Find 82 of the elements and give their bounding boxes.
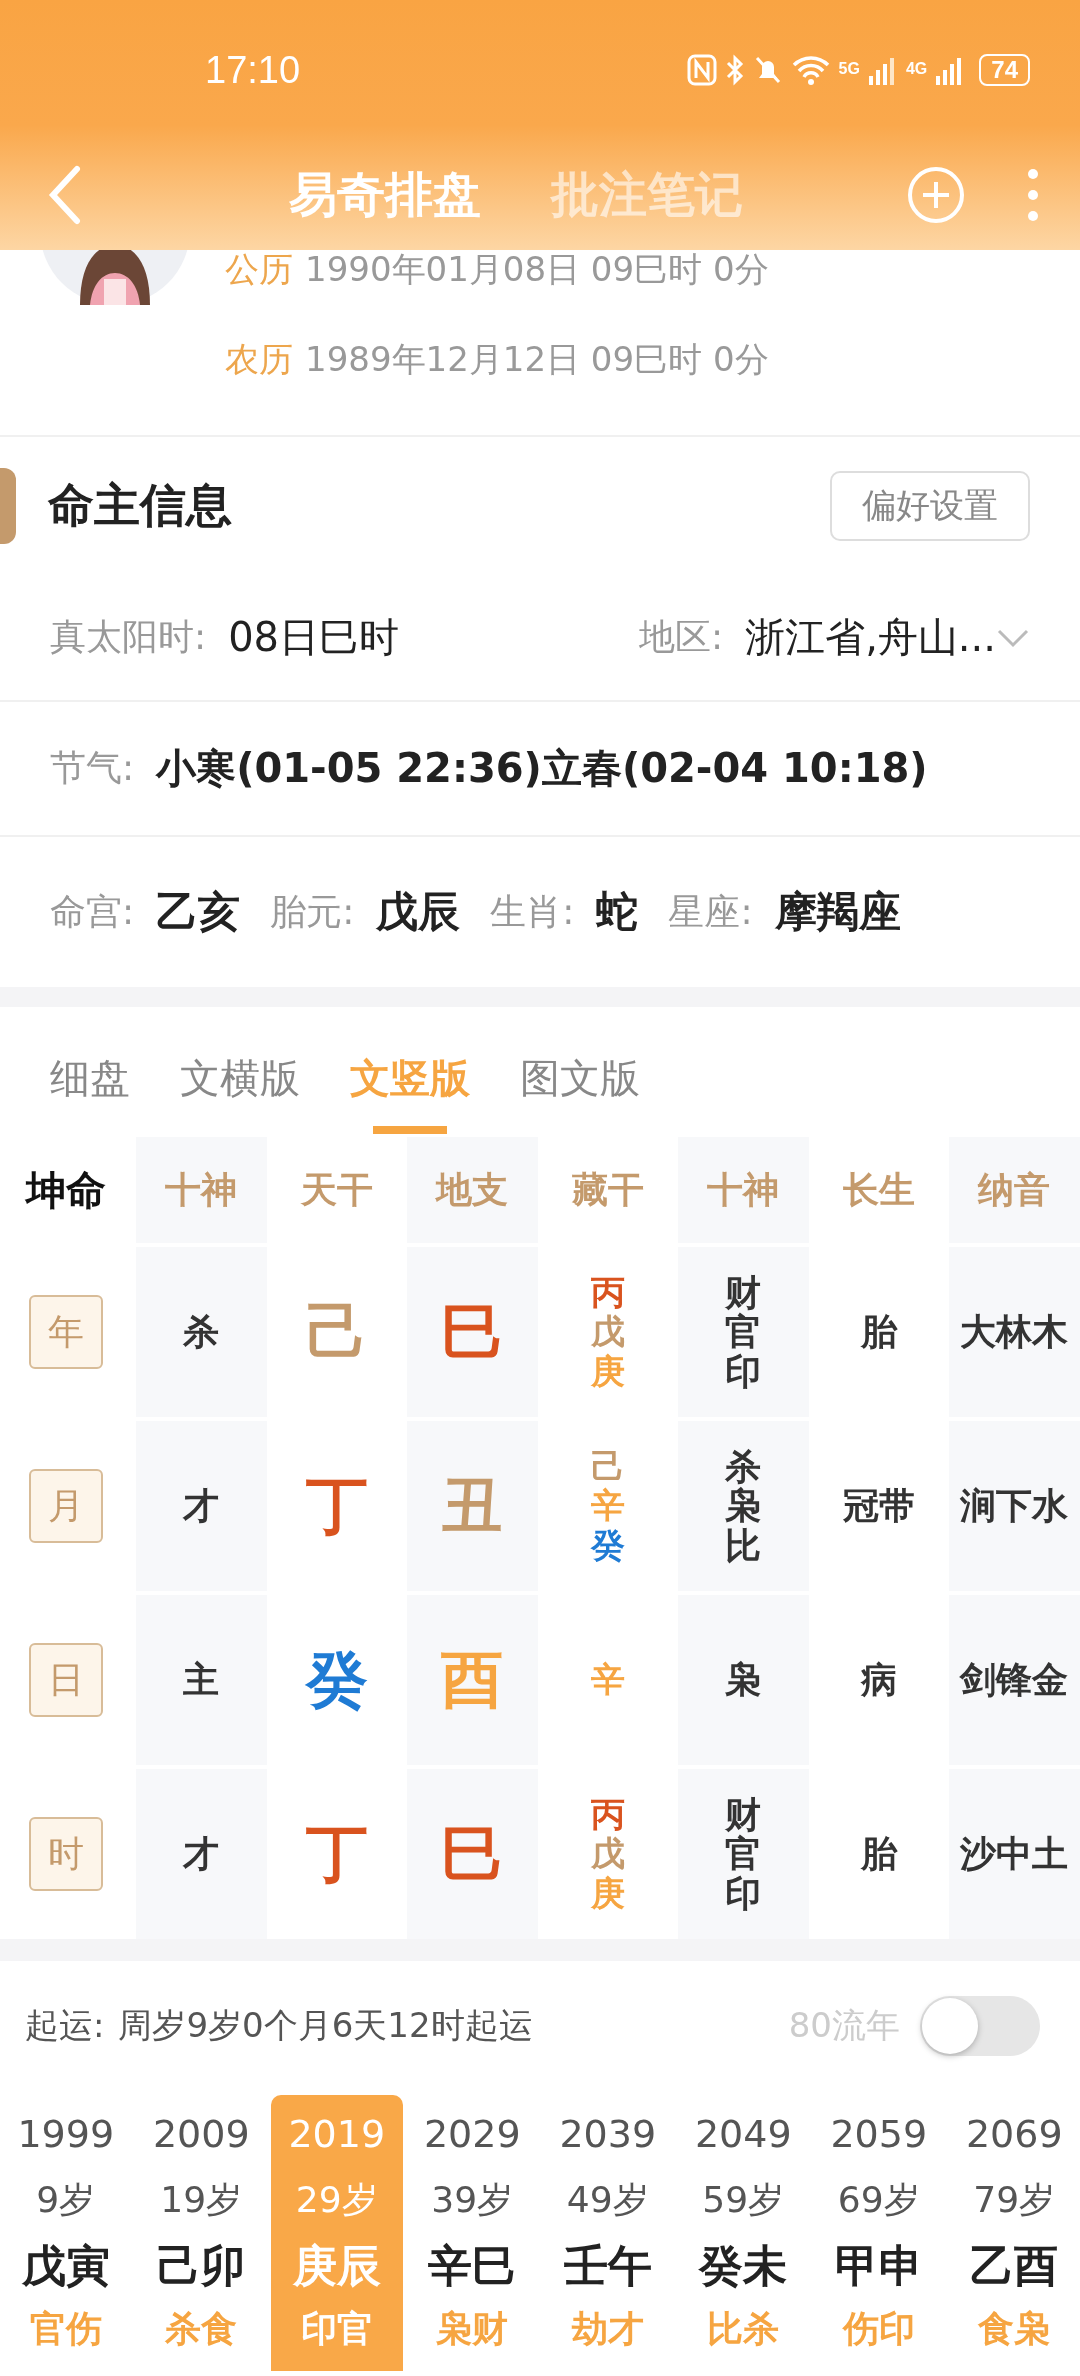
- add-icon[interactable]: [906, 165, 966, 225]
- heavenly-stem: 癸: [305, 1642, 368, 1718]
- ten-god: 才: [183, 1831, 220, 1876]
- preferences-button[interactable]: 偏好设置: [830, 471, 1030, 541]
- section-title: 命主信息: [48, 477, 232, 534]
- earthly-branch: 酉: [441, 1642, 504, 1718]
- pillar-tag: 年: [28, 1295, 103, 1369]
- date-value: 1989年12月12日 09巳时 0分: [305, 337, 769, 381]
- hidden-ten-gods: 枭: [725, 1660, 762, 1700]
- field-label: 生肖:: [490, 889, 575, 934]
- column-header: 地支: [436, 1167, 509, 1212]
- hidden-stem: 辛: [590, 1486, 625, 1526]
- earthly-branch: 巳: [441, 1816, 504, 1892]
- field-value: 摩羯座: [774, 886, 901, 938]
- ten-god: 主: [183, 1657, 220, 1702]
- hidden-ten-gods: 财官印: [725, 1794, 762, 1914]
- view-tab[interactable]: 细盘: [50, 1030, 130, 1134]
- hidden-stem: 戊: [590, 1834, 625, 1874]
- hidden-stem: 庚: [590, 1873, 625, 1913]
- growth-stage: 胎: [860, 1831, 897, 1876]
- heavenly-stem: 丁: [305, 1816, 368, 1892]
- field-label: 星座:: [668, 889, 753, 934]
- column-header: 十神: [165, 1167, 238, 1212]
- chevron-down-icon[interactable]: [996, 627, 1030, 648]
- nayin: 大林木: [960, 1309, 1069, 1354]
- column-header: 天干: [300, 1167, 373, 1212]
- hidden-ten-gods: 杀枭比: [725, 1446, 762, 1566]
- field-value: 蛇: [596, 886, 639, 938]
- hidden-stem: 辛: [590, 1660, 625, 1700]
- field-label: 真太阳时:: [50, 615, 207, 659]
- field-label: 地区:: [639, 615, 724, 659]
- date-label: 公历: [225, 248, 293, 291]
- network-label: 4G: [905, 60, 928, 78]
- status-time: 17:10: [205, 48, 301, 92]
- column-header: 长生: [842, 1167, 915, 1212]
- hidden-stem: 丙: [590, 1273, 625, 1313]
- heavenly-stem: 丁: [305, 1468, 368, 1544]
- region-value[interactable]: 浙江省,舟山...: [745, 610, 996, 665]
- view-tab[interactable]: 文横版: [180, 1030, 300, 1134]
- earthly-branch: 巳: [441, 1294, 504, 1370]
- hidden-stem: 庚: [590, 1351, 625, 1391]
- ten-god: 才: [183, 1483, 220, 1528]
- bluetooth-icon: [724, 54, 745, 86]
- field-label: 节气:: [50, 746, 135, 790]
- chart-corner: 坤命: [25, 1165, 106, 1215]
- date-value: 1990年01月08日 09巳时 0分: [305, 248, 769, 291]
- hidden-ten-gods: 财官印: [725, 1272, 762, 1392]
- growth-stage: 冠带: [842, 1483, 915, 1528]
- earthly-branch: 丑: [441, 1468, 504, 1544]
- field-value: 08日巳时: [228, 613, 400, 662]
- hidden-stem: 丙: [590, 1795, 625, 1835]
- nayin: 剑锋金: [960, 1657, 1069, 1702]
- column-header: 藏干: [571, 1167, 644, 1212]
- field-value: 戊辰: [376, 886, 461, 938]
- ten-god: 杀: [183, 1309, 220, 1354]
- wifi-icon: [790, 54, 831, 86]
- field-label: 胎元:: [270, 889, 355, 934]
- field-label: 起运:: [25, 2004, 105, 2047]
- toggle-switch[interactable]: [920, 1996, 1040, 2056]
- date-label: 农历: [225, 337, 293, 381]
- heavenly-stem: 己: [305, 1294, 368, 1370]
- pillar-tag: 时: [28, 1817, 103, 1891]
- growth-stage: 病: [860, 1657, 897, 1702]
- nayin: 沙中土: [960, 1831, 1069, 1876]
- field-value: 小寒(01-05 22:36)立春(02-04 10:18): [156, 744, 928, 793]
- column-header: 十神: [707, 1167, 780, 1212]
- field-value: 乙亥: [156, 886, 241, 938]
- battery-indicator: 74: [979, 54, 1030, 86]
- view-tab[interactable]: 图文版: [520, 1030, 640, 1134]
- network-label: 5G: [838, 60, 860, 78]
- hidden-stem: 癸: [590, 1525, 625, 1565]
- pillar-tag: 日: [28, 1643, 103, 1717]
- pillar-tag: 月: [28, 1469, 103, 1543]
- nfc-icon: [686, 54, 717, 86]
- field-label: 命宫:: [50, 889, 135, 934]
- field-value: 周岁9岁0个月6天12时起运: [118, 2004, 533, 2047]
- column-header: 纳音: [978, 1167, 1051, 1212]
- nayin: 涧下水: [960, 1483, 1069, 1528]
- hidden-stem: 戊: [590, 1312, 625, 1352]
- growth-stage: 胎: [860, 1309, 897, 1354]
- hidden-stem: 己: [590, 1447, 625, 1487]
- more-icon[interactable]: [1026, 167, 1040, 223]
